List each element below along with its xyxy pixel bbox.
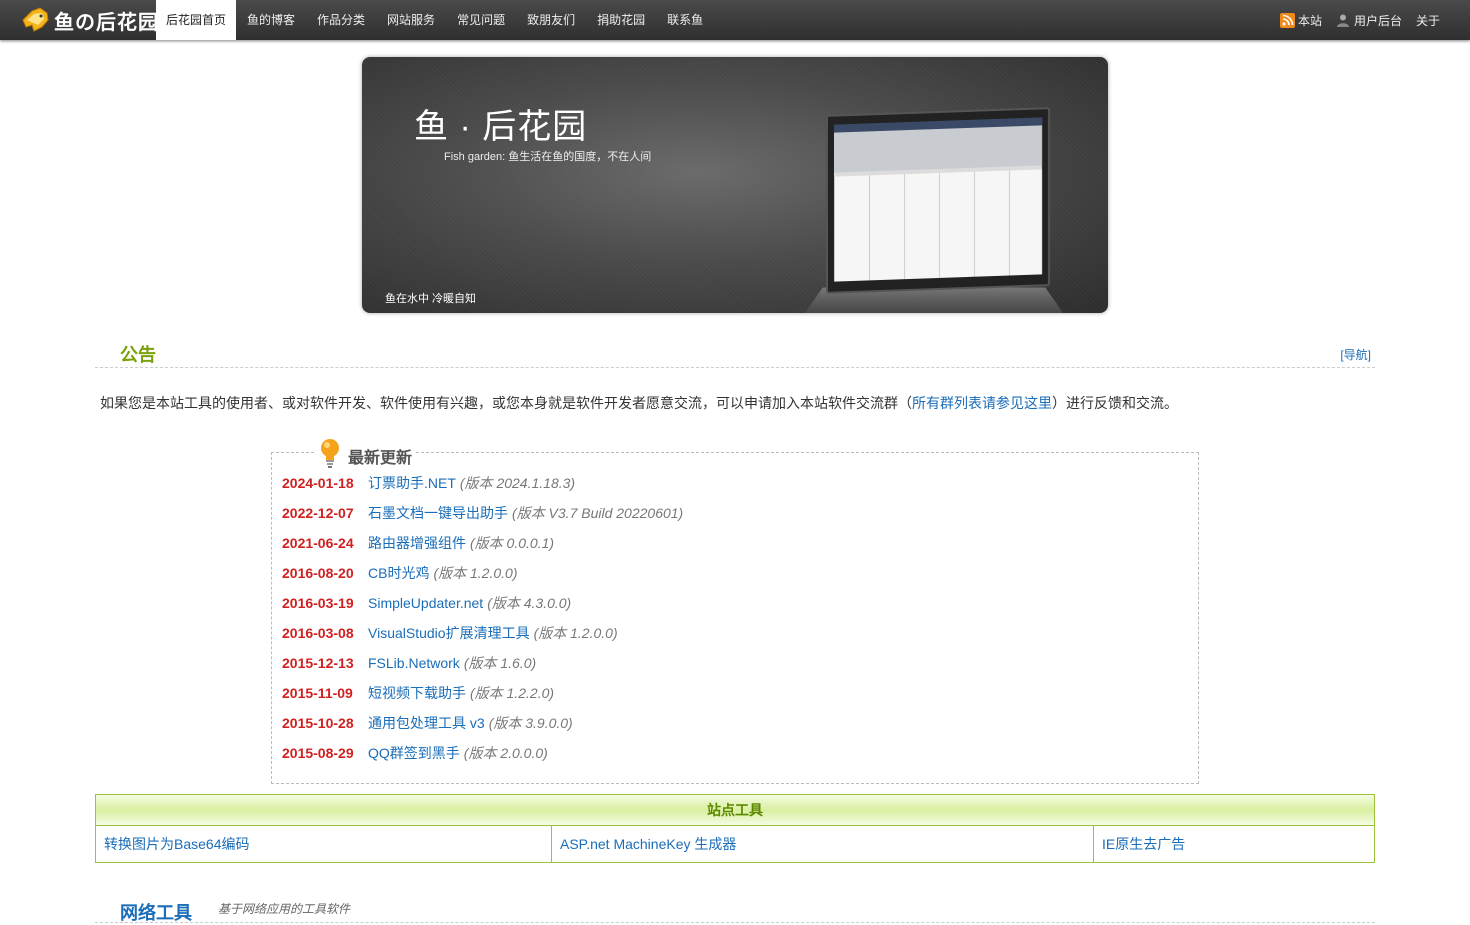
update-date: 2015-10-28 (282, 715, 354, 731)
update-row: 2015-08-29 QQ群签到黑手 (版本 2.0.0.0) (282, 743, 683, 773)
update-row: 2016-03-08 VisualStudio扩展清理工具 (版本 1.2.0.0) (282, 623, 683, 653)
update-row: 2022-12-07 石墨文档一键导出助手 (版本 V3.7 Build 20220… (282, 503, 683, 533)
update-date: 2024-01-18 (282, 475, 354, 491)
update-row: 2015-10-28 通用包处理工具 v3 (版本 3.9.0.0) (282, 713, 683, 743)
site-logo[interactable]: 鱼の后花园 (20, 5, 159, 35)
update-date: 2016-03-08 (282, 625, 354, 641)
tool-base64-link[interactable]: 转换图片为Base64编码 (96, 826, 552, 862)
fish-logo-icon (22, 7, 49, 32)
update-row: 2016-03-19 SimpleUpdater.net (版本 4.3.0.0) (282, 593, 683, 623)
update-date: 2016-03-19 (282, 595, 354, 611)
group-list-link[interactable]: 所有群列表请参见这里 (912, 395, 1052, 411)
site-tools-table: 站点工具 转换图片为Base64编码 ASP.net MachineKey 生成… (95, 794, 1375, 863)
software-screenshot-image (826, 107, 1050, 294)
user-backend-link[interactable]: 用户后台 (1336, 12, 1402, 29)
nav-faq[interactable]: 常见问题 (446, 0, 516, 40)
update-date: 2016-08-20 (282, 565, 354, 581)
update-row: 2021-06-24 路由器增强组件 (版本 0.0.0.1) (282, 533, 683, 563)
update-date: 2015-11-09 (282, 685, 353, 701)
top-nav-bar: 鱼の后花园 后花园首页 鱼的博客 作品分类 网站服务 常见问题 致朋友们 捐助花… (0, 0, 1470, 40)
update-row: 2016-08-20 CB时光鸡 (版本 1.2.0.0) (282, 563, 683, 593)
update-row: 2024-01-18 订票助手.NET (版本 2024.1.18.3) (282, 473, 683, 503)
update-date: 2015-12-13 (282, 655, 354, 671)
update-date: 2021-06-24 (282, 535, 354, 551)
update-version: (版本 1.2.0.0) (533, 625, 618, 641)
navigation-link[interactable]: [导航] (1340, 346, 1371, 363)
updates-list: 2024-01-18 订票助手.NET (版本 2024.1.18.3) 2022-1… (282, 473, 683, 773)
update-version: (版本 2.0.0.0) (463, 745, 548, 761)
update-software-link[interactable]: 订票助手.NET (368, 475, 456, 491)
update-version: (版本 3.9.0.0) (488, 715, 573, 731)
nav-donate[interactable]: 捐助花园 (586, 0, 656, 40)
user-label: 用户后台 (1353, 13, 1402, 28)
network-tools-title: 网络工具 (120, 903, 192, 923)
update-row: 2015-12-13 FSLib.Network (版本 1.6.0) (282, 653, 683, 683)
tool-ie-adblock-link[interactable]: IE原生去广告 (1094, 826, 1374, 862)
about-link[interactable]: 关于 (1416, 12, 1440, 29)
network-tools-subtitle: 基于网络应用的工具软件 (218, 902, 351, 916)
update-date: 2022-12-07 (282, 505, 354, 521)
update-software-link[interactable]: CB时光鸡 (368, 565, 429, 581)
update-version: (版本 1.2.2.0) (470, 685, 555, 701)
update-software-link[interactable]: 通用包处理工具 v3 (368, 715, 485, 731)
update-software-link[interactable]: 短视频下载助手 (368, 685, 466, 701)
nav-right: 本站 用户后台 关于 (1266, 0, 1440, 40)
site-tools-row: 转换图片为Base64编码 ASP.net MachineKey 生成器 IE原… (96, 826, 1374, 862)
update-version: (版本 V3.7 Build 20220601) (512, 505, 684, 521)
network-tools-header: 网络工具 基于网络应用的工具软件 (95, 896, 1375, 923)
update-date: 2015-08-29 (282, 745, 354, 761)
update-software-link[interactable]: VisualStudio扩展清理工具 (368, 625, 530, 641)
update-version: (版本 4.3.0.0) (487, 595, 572, 611)
update-software-link[interactable]: 石墨文档一键导出助手 (368, 505, 508, 521)
update-software-link[interactable]: 路由器增强组件 (368, 535, 466, 551)
rss-label: 本站 (1297, 13, 1322, 28)
nav-contact[interactable]: 联系鱼 (656, 0, 714, 40)
notice-title: 公告 (120, 345, 156, 365)
banner-subtitle: Fish garden: 鱼生活在鱼的国度，不在人间 (444, 151, 652, 163)
banner-title: 鱼 · 后花园 (414, 108, 588, 146)
tool-machinekey-link[interactable]: ASP.net MachineKey 生成器 (552, 826, 1094, 862)
update-version: (版本 1.2.0.0) (433, 565, 518, 581)
nav-friends[interactable]: 致朋友们 (516, 0, 586, 40)
latest-updates-box: 最新更新 2024-01-18 订票助手.NET (版本 2024.1.18.3) 2… (271, 437, 1199, 784)
rss-icon (1279, 12, 1295, 28)
updates-legend: 最新更新 (314, 437, 417, 469)
banner-caption: 鱼在水中 冷暖自知 (385, 293, 477, 305)
update-software-link[interactable]: QQ群签到黑手 (368, 745, 460, 761)
update-version: (版本 0.0.0.1) (470, 535, 555, 551)
nav-services[interactable]: 网站服务 (376, 0, 446, 40)
update-software-link[interactable]: FSLib.Network (368, 655, 460, 671)
update-software-link[interactable]: SimpleUpdater.net (368, 595, 483, 611)
nav-home[interactable]: 后花园首页 (156, 0, 237, 40)
nav-blog[interactable]: 鱼的博客 (236, 0, 306, 40)
updates-title: 最新更新 (348, 450, 413, 467)
main-nav: 后花园首页 鱼的博客 作品分类 网站服务 常见问题 致朋友们 捐助花园 联系鱼 (156, 0, 714, 40)
rss-link[interactable]: 本站 (1279, 12, 1322, 29)
site-tools-title: 站点工具 (96, 795, 1374, 826)
logo-text: 鱼の后花园 (54, 11, 159, 34)
lightbulb-icon (321, 439, 339, 468)
notice-section-header: 公告 [导航] (95, 341, 1375, 368)
hero-banner: 鱼 · 后花园 Fish garden: 鱼生活在鱼的国度，不在人间 鱼在水中 … (362, 57, 1108, 313)
nav-categories[interactable]: 作品分类 (306, 0, 376, 40)
update-row: 2015-11-09 短视频下载助手 (版本 1.2.2.0) (282, 683, 683, 713)
notice-text: 如果您是本站工具的使用者、或对软件开发、软件使用有兴趣，或您本身就是软件开发者愿… (100, 395, 1178, 411)
update-version: (版本 1.6.0) (463, 655, 537, 671)
update-version: (版本 2024.1.18.3) (459, 475, 576, 491)
user-icon (1336, 14, 1349, 27)
